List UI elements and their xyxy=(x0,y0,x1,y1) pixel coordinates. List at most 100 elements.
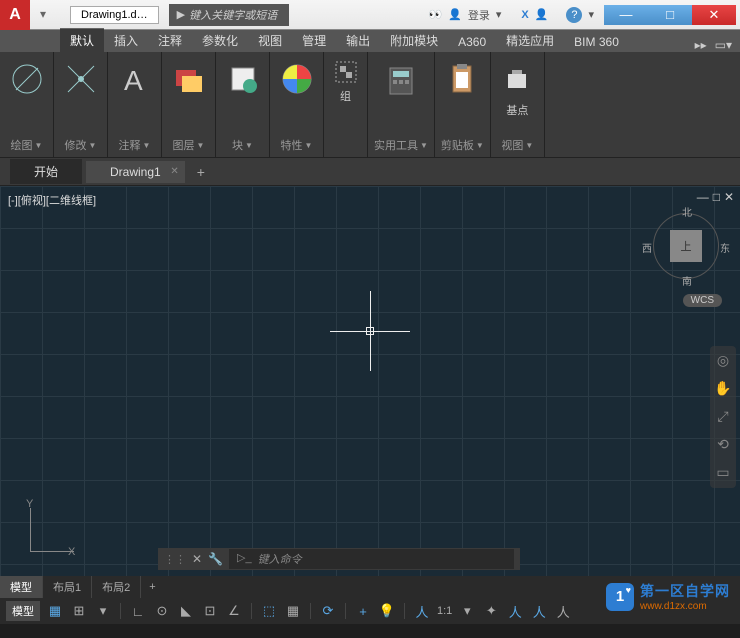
tab-manage[interactable]: 管理 xyxy=(292,29,336,52)
status-anno4-icon[interactable]: 人 xyxy=(554,602,572,620)
panel-base-label[interactable]: 基点 xyxy=(506,102,528,122)
status-ratio[interactable]: 1:1 xyxy=(437,605,452,617)
tab-annotate[interactable]: 注释 xyxy=(148,29,192,52)
tab-a360[interactable]: A360 xyxy=(448,32,496,52)
minimize-button[interactable]: — xyxy=(604,5,648,25)
status-dropdown-icon[interactable]: ▾ xyxy=(94,602,112,620)
viewcube[interactable]: 上 北 南 东 西 xyxy=(646,206,726,286)
ribbon-panel-icon[interactable]: ▭▾ xyxy=(715,38,732,52)
doc-tab-start[interactable]: 开始 xyxy=(10,159,82,184)
status-model-label[interactable]: 模型 xyxy=(6,601,40,621)
user-icon[interactable]: 👤 xyxy=(448,8,462,21)
layer-icon[interactable] xyxy=(170,60,208,98)
app-logo[interactable]: A xyxy=(0,0,30,30)
tab-default[interactable]: 默认 xyxy=(60,28,104,52)
doc-tab-add[interactable]: + xyxy=(189,160,213,184)
utilities-icon[interactable] xyxy=(382,60,420,98)
viewport-minimize-icon[interactable]: — xyxy=(697,190,709,204)
status-ratio-dropdown-icon[interactable]: ▾ xyxy=(458,602,476,620)
help-dropdown-icon[interactable]: ▾ xyxy=(588,8,594,21)
panel-clipboard-label[interactable]: 剪贴板▼ xyxy=(441,135,484,157)
layout-tab-add[interactable]: + xyxy=(141,578,163,596)
close-tab-icon[interactable]: ✕ xyxy=(170,166,178,177)
status-track-icon[interactable]: ∠ xyxy=(225,602,243,620)
panel-annotate-label[interactable]: 注释▼ xyxy=(119,135,151,157)
status-osnap-icon[interactable]: ⊡ xyxy=(201,602,219,620)
tab-addins[interactable]: 附加模块 xyxy=(380,29,448,52)
cmd-wrench-icon[interactable]: 🔧 xyxy=(208,552,223,566)
login-link[interactable]: 登录 xyxy=(468,7,490,23)
clipboard-icon[interactable] xyxy=(443,60,481,98)
status-anno2-icon[interactable]: 人 xyxy=(506,602,524,620)
command-input[interactable]: ▷_ 键入命令 xyxy=(229,549,514,569)
document-title[interactable]: Drawing1.d… xyxy=(70,6,159,24)
tab-parametric[interactable]: 参数化 xyxy=(192,29,248,52)
maximize-button[interactable]: □ xyxy=(648,5,692,25)
group-icon[interactable] xyxy=(334,60,358,84)
line-icon[interactable] xyxy=(8,60,46,98)
properties-icon[interactable] xyxy=(278,60,316,98)
close-button[interactable]: ✕ xyxy=(692,5,736,25)
doc-tab-drawing1[interactable]: Drawing1 ✕ xyxy=(86,161,185,183)
qat-dropdown-icon[interactable]: ▾ xyxy=(40,7,56,23)
tab-view[interactable]: 视图 xyxy=(248,29,292,52)
status-transparency-icon[interactable]: ▦ xyxy=(284,602,302,620)
status-ortho-icon[interactable]: ∟ xyxy=(129,602,147,620)
panel-layer-label[interactable]: 图层▼ xyxy=(173,135,205,157)
panel-block-label[interactable]: 块▼ xyxy=(232,135,253,157)
layout-tab-layout2[interactable]: 布局2 xyxy=(92,576,141,598)
exchange-user-icon[interactable]: 👤 xyxy=(535,8,549,21)
panel-modify-label[interactable]: 修改▼ xyxy=(65,135,97,157)
nav-orbit-icon[interactable]: ⟲ xyxy=(714,436,732,454)
command-line[interactable]: ⋮⋮ ✕ 🔧 ▷_ 键入命令 xyxy=(158,548,520,570)
modify-icon[interactable] xyxy=(62,60,100,98)
viewport-close-icon[interactable]: ✕ xyxy=(724,190,734,204)
help-icon[interactable]: ? xyxy=(566,7,582,23)
viewcube-north[interactable]: 北 xyxy=(682,204,692,219)
login-dropdown-icon[interactable]: ▾ xyxy=(496,8,502,21)
tab-bim360[interactable]: BIM 360 xyxy=(564,32,629,52)
status-anno-icon[interactable]: 人 xyxy=(413,602,431,620)
viewcube-south[interactable]: 南 xyxy=(682,273,692,288)
exchange-x-icon[interactable]: X xyxy=(521,9,528,21)
view-label[interactable]: [-][俯视][二维线框] xyxy=(8,192,96,208)
base-icon[interactable] xyxy=(498,60,536,98)
viewcube-top[interactable]: 上 xyxy=(670,230,702,262)
wcs-badge[interactable]: WCS xyxy=(683,294,722,307)
status-bulb-icon[interactable]: 💡 xyxy=(378,602,396,620)
status-cycle-icon[interactable]: ⟳ xyxy=(319,602,337,620)
status-iso-icon[interactable]: ◣ xyxy=(177,602,195,620)
tab-output[interactable]: 输出 xyxy=(336,29,380,52)
nav-wheel-icon[interactable]: ◎ xyxy=(714,352,732,370)
tab-featured[interactable]: 精选应用 xyxy=(496,29,564,52)
status-lineweight-icon[interactable]: ⬚ xyxy=(260,602,278,620)
text-icon[interactable]: A xyxy=(116,60,154,98)
status-snap-icon[interactable]: ⊞ xyxy=(70,602,88,620)
ribbon-expand-icon[interactable]: ▸▸ xyxy=(695,38,707,52)
cmd-drag-handle-icon[interactable]: ⋮⋮ xyxy=(164,553,186,566)
status-polar-icon[interactable]: ⊙ xyxy=(153,602,171,620)
status-grid-icon[interactable]: ▦ xyxy=(46,602,64,620)
nav-zoom-icon[interactable]: ⤢ xyxy=(714,408,732,426)
panel-utilities-label[interactable]: 实用工具▼ xyxy=(374,135,428,157)
panel-draw-label[interactable]: 绘图▼ xyxy=(11,135,43,157)
binoculars-icon[interactable]: 👀 xyxy=(428,8,442,21)
panel-properties-label[interactable]: 特性▼ xyxy=(281,135,313,157)
panel-view-footer[interactable]: 视图▼ xyxy=(501,135,533,157)
status-star-icon[interactable]: ✦ xyxy=(482,602,500,620)
tab-insert[interactable]: 插入 xyxy=(104,29,148,52)
viewcube-east[interactable]: 东 xyxy=(720,240,730,255)
layout-tab-model[interactable]: 模型 xyxy=(0,576,43,598)
nav-pan-icon[interactable]: ✋ xyxy=(714,380,732,398)
panel-group-label[interactable]: 组 xyxy=(340,88,351,108)
drawing-area[interactable]: [-][俯视][二维线框] — □ ✕ 上 北 南 东 西 WCS Y X ◎ … xyxy=(0,186,740,576)
status-anno3-icon[interactable]: 人 xyxy=(530,602,548,620)
viewcube-west[interactable]: 西 xyxy=(642,240,652,255)
block-icon[interactable] xyxy=(224,60,262,98)
search-input[interactable]: ▶ 键入关键字或短语 xyxy=(169,4,289,26)
status-plus-icon[interactable]: + xyxy=(354,602,372,620)
layout-tab-layout1[interactable]: 布局1 xyxy=(43,576,92,598)
nav-showmotion-icon[interactable]: ▭ xyxy=(714,464,732,482)
viewport-maximize-icon[interactable]: □ xyxy=(713,190,720,204)
cmd-close-icon[interactable]: ✕ xyxy=(192,552,202,566)
